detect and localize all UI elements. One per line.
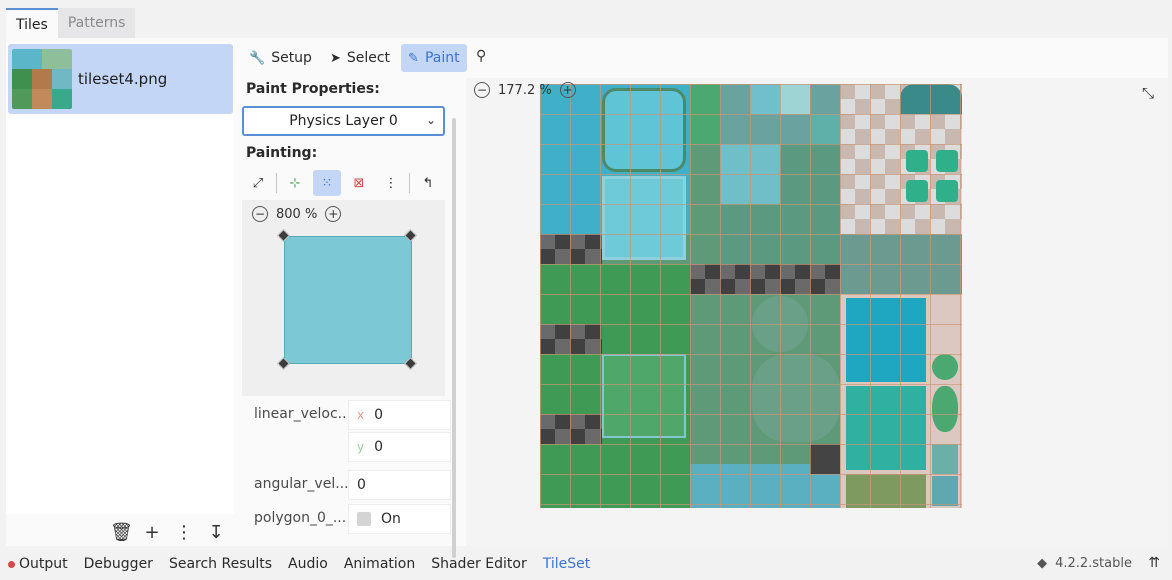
zoom-out-icon[interactable]: − [252,206,268,222]
preview-zoom-controls: − 800 % + [252,206,342,222]
select-button[interactable]: ➤ Select [323,44,397,72]
delete-point-icon[interactable]: ⊠ [345,170,373,196]
angular-velocity-field[interactable]: 0 [348,470,451,500]
tileset-sources-list: tileset4.png [6,42,234,514]
linear-velocity-x-value: 0 [374,407,384,423]
setup-label: Setup [271,50,312,66]
trash-icon[interactable]: 🗑 [110,522,133,543]
polygon-label: polygon_0_... [254,510,347,526]
add-icon[interactable]: + [142,522,162,543]
sort-icon[interactable]: ↧ [206,522,226,543]
tile-shape[interactable] [284,236,412,364]
reset-icon[interactable]: ↰ [414,170,442,196]
expand-icon[interactable]: ⤢ [244,170,272,196]
zoom-in-icon[interactable]: + [325,206,342,222]
divider [276,173,277,193]
top-tabs: Tiles Patterns [6,8,136,38]
zoom-out-icon[interactable]: − [474,82,490,98]
menu-icon[interactable]: ⋮ [174,522,194,543]
center-view-icon[interactable]: ⤡ [1142,84,1154,102]
tile-atlas[interactable] [540,84,962,508]
bottom-panel-tabs: Output Debugger Search Results Audio Ani… [0,548,1172,580]
linear-velocity-x-field[interactable]: x 0 [348,400,451,430]
zoom-in-icon[interactable]: + [559,82,576,98]
polygon-toggle[interactable]: On [348,504,451,534]
tab-shader-editor[interactable]: Shader Editor [423,556,534,572]
pin-icon[interactable]: ⚲ [476,48,486,64]
paint-label: Paint [424,50,460,66]
more-icon[interactable]: ⋮ [377,170,405,196]
tab-tiles[interactable]: Tiles [6,8,58,38]
tab-animation[interactable]: Animation [336,556,423,572]
select-label: Select [346,50,391,66]
edit-points-icon[interactable]: ⁙ [313,170,341,196]
setup-button[interactable]: 🔧 Setup [242,44,319,72]
preview-zoom-level: 800 % [276,206,318,222]
brush-icon: ✎ [408,50,419,66]
error-dot-icon [8,560,15,568]
painting-label: Painting: [246,145,318,161]
tab-audio[interactable]: Audio [280,556,336,572]
atlas-viewport[interactable]: − 177.2 % + ⤡ [466,78,1168,546]
tab-patterns[interactable]: Patterns [57,8,136,38]
tab-debugger[interactable]: Debugger [76,556,161,572]
atlas-grid [540,84,962,508]
add-point-icon[interactable]: ⊹ [281,170,309,196]
linear-velocity-y-field[interactable]: y 0 [348,432,451,462]
x-axis-label: x [357,408,365,422]
polygon-value: On [381,511,401,527]
tab-search-results[interactable]: Search Results [161,556,280,572]
chevron-down-icon: ⌄ [425,113,436,127]
tileset-source-item[interactable]: tileset4.png [8,44,233,114]
wrench-icon: 🔧 [249,50,266,66]
checkbox[interactable] [357,512,371,526]
tab-output[interactable]: Output [0,556,76,572]
physics-layer-value: Physics Layer 0 [289,113,398,129]
tile-polygon-preview[interactable]: − 800 % + [242,200,445,396]
painting-toolbar: ⤢ ⊹ ⁙ ⊠ ⋮ ↰ [244,170,442,196]
output-label: Output [19,556,68,572]
paint-properties-label: Paint Properties: [246,81,380,97]
mode-toolbar: 🔧 Setup ➤ Select ✎ Paint [242,44,467,72]
divider [409,173,410,193]
tileset-name: tileset4.png [78,70,168,88]
source-toolbar: 🗑 + ⋮ ↧ [110,518,226,546]
expand-panel-icon[interactable]: ⇈ [1148,555,1160,571]
atlas-zoom-controls: − 177.2 % + [474,82,576,98]
angular-velocity-label: angular_vel... [254,476,349,492]
tileset-editor: tileset4.png 🗑 + ⋮ ↧ 🔧 Setup ➤ Select ✎ … [6,38,1168,558]
physics-layer-dropdown[interactable]: Physics Layer 0 ⌄ [242,106,445,136]
panel-scrollbar[interactable] [452,118,456,558]
linear-velocity-label: linear_veloc... [254,406,352,422]
version-label[interactable]: 4.2.2.stable [1055,556,1132,571]
linear-velocity-y-value: 0 [374,439,384,455]
atlas-zoom-level: 177.2 % [498,82,552,98]
angular-velocity-value: 0 [357,477,366,493]
version-info: ◆ 4.2.2.stable [1037,556,1132,571]
tab-tileset[interactable]: TileSet [535,556,599,572]
y-axis-label: y [357,440,365,454]
paint-panel: Paint Properties: Physics Layer 0 ⌄ Pain… [240,78,456,558]
godot-icon: ◆ [1037,556,1048,571]
pointer-icon: ➤ [329,50,341,66]
tileset-thumbnail [12,49,72,109]
paint-button[interactable]: ✎ Paint [401,44,467,72]
